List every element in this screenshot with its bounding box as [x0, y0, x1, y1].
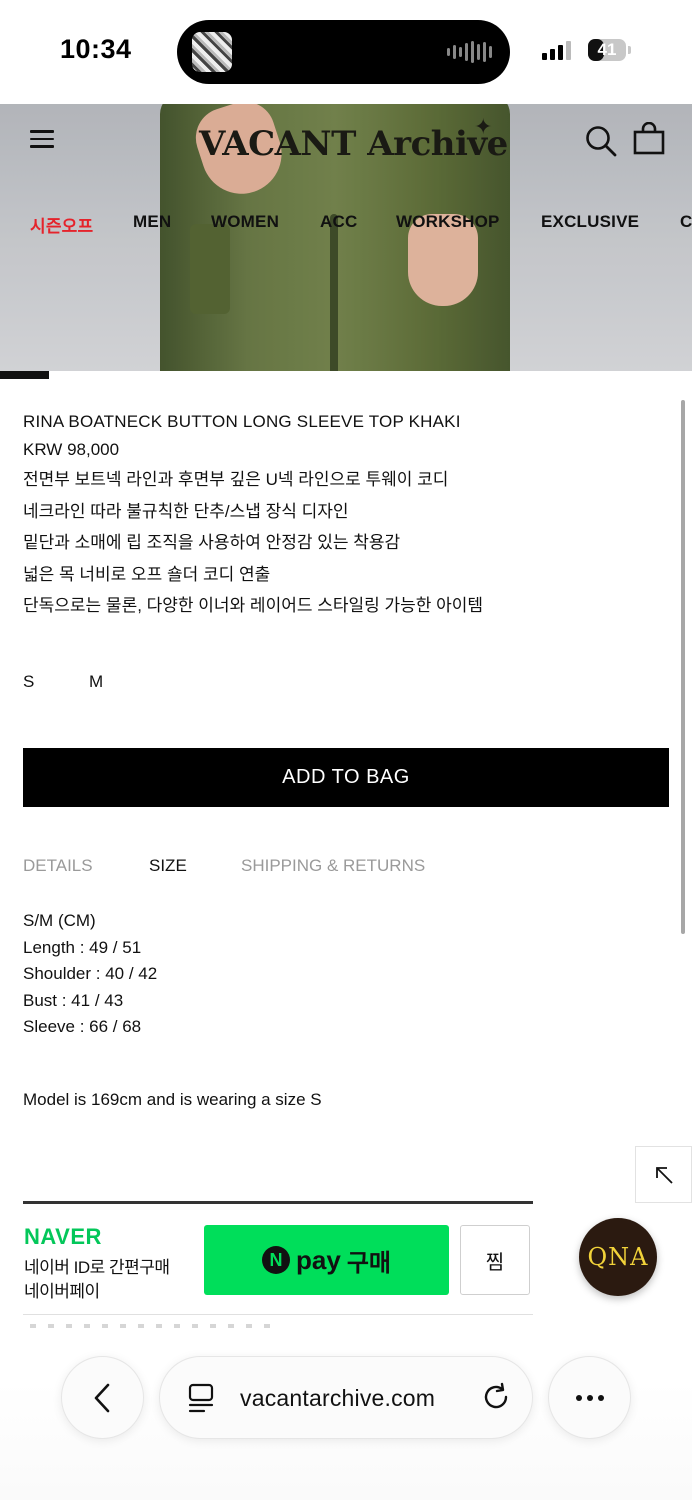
- category-nav: 시즌오프 MEN WOMEN ACC WORKSHOP EXCLUSIVE C: [0, 212, 692, 242]
- tab-shipping-returns[interactable]: SHIPPING & RETURNS: [241, 856, 425, 876]
- browser-back-button[interactable]: [61, 1356, 144, 1439]
- product-title: RINA BOATNECK BUTTON LONG SLEEVE TOP KHA…: [23, 412, 461, 431]
- shopping-bag-icon[interactable]: [632, 122, 666, 156]
- nav-item-acc[interactable]: ACC: [320, 212, 357, 232]
- dynamic-island[interactable]: [177, 20, 510, 84]
- hamburger-menu-icon[interactable]: [30, 130, 54, 148]
- nav-item-more[interactable]: C: [680, 212, 692, 232]
- status-time: 10:34: [60, 34, 132, 64]
- naver-subtitle: 네이버 ID로 간편구매: [24, 1258, 170, 1277]
- address-bar[interactable]: vacantarchive.com: [159, 1356, 533, 1439]
- page-menu-icon[interactable]: [188, 1382, 214, 1414]
- battery-percentage: 41: [597, 40, 617, 59]
- size-chart-line: Length : 49 / 51: [23, 937, 142, 957]
- audio-waveform-icon: [447, 40, 492, 64]
- cellular-signal-icon: [542, 40, 571, 60]
- wishlist-button[interactable]: 찜: [460, 1225, 530, 1295]
- size-option-s[interactable]: S: [23, 672, 34, 692]
- search-icon[interactable]: [584, 124, 618, 158]
- chevron-left-icon: [94, 1383, 109, 1412]
- qna-button[interactable]: QNA: [579, 1218, 657, 1296]
- nav-item-season-off[interactable]: 시즌오프: [30, 212, 93, 237]
- product-info: RINA BOATNECK BUTTON LONG SLEEVE TOP KHA…: [23, 408, 663, 622]
- more-dot: [575, 1394, 582, 1401]
- hero-header: VACANT Archive ✦ 시즌오프 MEN WOMEN ACC WORK…: [0, 104, 692, 371]
- size-chart-line: Sleeve : 66 / 68: [23, 1017, 142, 1036]
- qna-label: QNA: [587, 1243, 649, 1271]
- description-line: 네크라인 따라 불규칙한 단추/스냅 장식 디자인: [23, 501, 349, 521]
- naver-subtitle-2: 네이버페이: [24, 1282, 100, 1301]
- description-line: 밑단과 소매에 립 조직을 사용하여 안정감 있는 착용감: [23, 533, 401, 552]
- battery-icon: 41: [588, 39, 626, 61]
- url-text: vacantarchive.com: [240, 1385, 436, 1411]
- npay-label: pay: [296, 1244, 341, 1275]
- nav-item-exclusive[interactable]: EXCLUSIVE: [541, 212, 639, 232]
- browser-more-button[interactable]: [548, 1356, 631, 1439]
- naver-n-icon: N: [262, 1246, 290, 1274]
- size-chart: S/M (CM) Length : 49 / 51 Shoulder : 40 …: [23, 908, 157, 1041]
- npay-buy-label: 구매: [346, 1249, 391, 1277]
- description-line: 넓은 목 너비로 오프 숄더 코디 연출: [23, 564, 271, 584]
- battery-tip: [628, 46, 631, 54]
- tab-details[interactable]: DETAILS: [23, 856, 93, 876]
- description-line: 전면부 보트넥 라인과 후면부 깊은 U넥 라인으로 투웨이 코디: [23, 470, 449, 489]
- gallery-progress-indicator: [0, 371, 49, 379]
- naver-logo: NAVER: [24, 1224, 102, 1249]
- naver-pay-bottom-divider: [23, 1314, 533, 1315]
- product-price: KRW 98,000: [23, 440, 120, 459]
- naver-pay-faint-text: [30, 1324, 280, 1328]
- nav-item-women[interactable]: WOMEN: [211, 212, 279, 232]
- logo-star-icon: ✦: [474, 114, 493, 139]
- more-dot: [586, 1394, 593, 1401]
- add-to-bag-button[interactable]: ADD TO BAG: [23, 748, 669, 807]
- description-line: 단독으로는 물론, 다양한 이너와 레이어드 스타일링 가능한 아이템: [23, 596, 484, 615]
- size-option-m[interactable]: M: [89, 672, 103, 692]
- size-chart-line: Bust : 41 / 43: [23, 990, 124, 1010]
- naver-pay-buy-button[interactable]: N pay 구매: [204, 1225, 449, 1295]
- page-scrollbar[interactable]: [681, 400, 685, 934]
- scroll-to-top-button[interactable]: [635, 1146, 692, 1203]
- more-dot: [597, 1394, 604, 1401]
- reload-icon[interactable]: [480, 1381, 512, 1413]
- size-chart-line: Shoulder : 40 / 42: [23, 964, 158, 983]
- site-logo[interactable]: VACANT Archive: [199, 124, 508, 164]
- naver-pay-divider: [23, 1201, 533, 1204]
- arrow-up-left-icon: [655, 1166, 673, 1184]
- nav-item-workshop[interactable]: WORKSHOP: [396, 212, 500, 232]
- nav-item-men[interactable]: MEN: [133, 212, 171, 232]
- tab-size[interactable]: SIZE: [149, 856, 187, 876]
- status-bar: 10:34 41: [0, 0, 692, 104]
- now-playing-artwork: [192, 32, 232, 72]
- size-chart-line: S/M (CM): [23, 911, 96, 930]
- model-note: Model is 169cm and is wearing a size S: [23, 1090, 322, 1109]
